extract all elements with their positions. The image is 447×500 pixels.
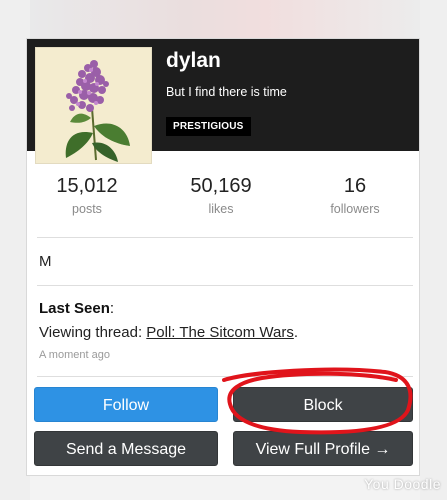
lilac-flower-icon (36, 48, 151, 163)
stat-likes[interactable]: 50,169 likes (161, 175, 281, 216)
stat-posts[interactable]: 15,012 posts (27, 175, 147, 216)
last-seen-time: A moment ago (39, 349, 110, 361)
send-message-button[interactable]: Send a Message (34, 431, 218, 466)
thread-link[interactable]: Poll: The Sitcom Wars (146, 324, 294, 341)
stat-followers-label: followers (330, 202, 380, 216)
divider (37, 376, 413, 377)
last-seen-activity: Viewing thread: Poll: The Sitcom Wars. (39, 324, 298, 341)
username[interactable]: dylan (166, 49, 221, 73)
follow-button[interactable]: Follow (34, 387, 218, 422)
divider (37, 285, 413, 286)
divider (37, 237, 413, 238)
block-button[interactable]: Block (233, 387, 413, 422)
stat-likes-label: likes (208, 202, 234, 216)
stat-posts-label: posts (72, 202, 102, 216)
member-card: dylan But I find there is time PRESTIGIO… (26, 38, 420, 476)
background-page-behind (30, 0, 420, 40)
avatar[interactable] (35, 47, 152, 164)
stat-likes-value: 50,169 (190, 175, 252, 197)
last-seen-suffix: . (293, 324, 299, 341)
user-status: But I find there is time (166, 85, 287, 99)
stat-posts-value: 15,012 (56, 175, 118, 197)
last-seen-prefix: Viewing thread: (39, 324, 147, 341)
about-text: M (39, 253, 52, 270)
watermark: You Doodle (364, 476, 441, 492)
stat-followers[interactable]: 16 followers (295, 175, 415, 216)
background-right (420, 0, 447, 500)
last-seen-heading: Last Seen: (39, 300, 115, 317)
stats-row: 15,012 posts 50,169 likes 16 followers (27, 175, 419, 225)
user-title-badge: PRESTIGIOUS (166, 117, 251, 136)
stat-followers-value: 16 (343, 175, 367, 197)
view-full-profile-button[interactable]: View Full Profile → (233, 431, 413, 466)
